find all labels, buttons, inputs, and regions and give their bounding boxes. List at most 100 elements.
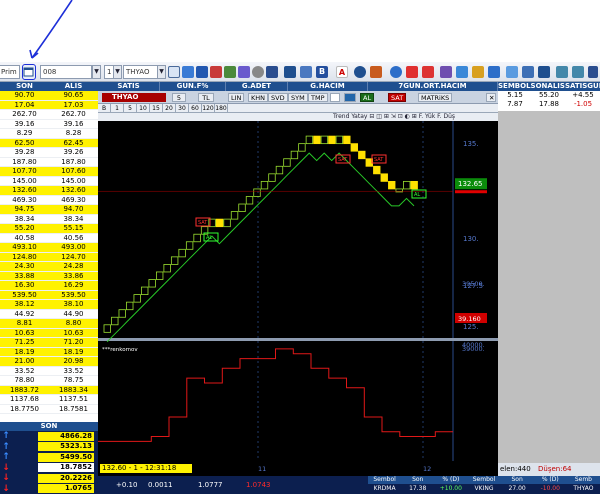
table-row[interactable]: 33.52 33.52 xyxy=(0,367,98,376)
print-icon[interactable] xyxy=(538,66,550,78)
scan-icon[interactable] xyxy=(456,66,468,78)
signal-icon[interactable] xyxy=(422,66,434,78)
alert-icon[interactable] xyxy=(210,66,222,78)
table-row[interactable]: 44.92 44.90 xyxy=(0,310,98,319)
period-button[interactable]: 120 xyxy=(202,104,215,113)
color-swatch[interactable] xyxy=(330,93,340,102)
chart-icon[interactable] xyxy=(238,66,250,78)
draw-icon[interactable] xyxy=(344,93,356,102)
table-row[interactable]: 78.80 78.75 xyxy=(0,376,98,386)
table-row[interactable]: 18.19 18.19 xyxy=(0,347,98,357)
chart-currency-button[interactable]: TL xyxy=(198,93,214,102)
period-button[interactable]: 20 xyxy=(163,104,176,113)
clock-icon[interactable] xyxy=(252,66,264,78)
grid-icon[interactable] xyxy=(266,66,278,78)
son-row[interactable]: ↓ 1.0765 xyxy=(0,484,98,494)
table-row[interactable]: 132.60 132.60 xyxy=(0,186,98,196)
table-row[interactable]: 262.70 262.70 xyxy=(0,110,98,120)
mail-icon[interactable] xyxy=(406,66,418,78)
table-row[interactable]: 62.50 62.45 xyxy=(0,138,98,148)
buy-button[interactable]: AL xyxy=(360,93,375,102)
table-row[interactable]: 8.29 8.28 xyxy=(0,129,98,139)
son-row[interactable]: ↓ 18.7852 xyxy=(0,463,98,474)
table-row[interactable]: 39.28 39.26 xyxy=(0,148,98,158)
zoom-icon[interactable] xyxy=(168,66,180,78)
period-button[interactable]: 60 xyxy=(189,104,202,113)
table-row[interactable]: 10.63 10.63 xyxy=(0,328,98,338)
globe-icon[interactable] xyxy=(354,66,366,78)
chart-plot[interactable]: 135.132.5130.127.5125.132.65SATALSATSATA… xyxy=(98,121,498,461)
period-button[interactable]: 5 xyxy=(124,104,137,113)
period-button[interactable]: 30 xyxy=(176,104,189,113)
period-button[interactable]: 180 xyxy=(215,104,228,113)
son-row[interactable]: ↑ 4866.28 xyxy=(0,431,98,442)
period-button[interactable]: 10 xyxy=(137,104,150,113)
period-button[interactable]: 15 xyxy=(150,104,163,113)
menu-icon[interactable] xyxy=(588,66,598,78)
table-row[interactable]: 124.80 124.70 xyxy=(0,252,98,262)
scale-button-khn[interactable]: KHN xyxy=(248,93,269,102)
refresh-icon[interactable] xyxy=(182,66,194,78)
symbol-dropdown-arrow[interactable]: ▼ xyxy=(157,65,166,79)
table-row[interactable]: 38.12 38.10 xyxy=(0,300,98,310)
info-icon[interactable] xyxy=(390,66,402,78)
table-row[interactable]: 16.30 16.29 xyxy=(0,281,98,291)
table-row[interactable]: 55.20 55.15 xyxy=(0,224,98,234)
table-row[interactable]: 107.70 107.60 xyxy=(0,167,98,177)
period-dropdown-arrow[interactable]: ▼ xyxy=(113,65,122,79)
table-row[interactable]: 5.15 55.20 +4.55 xyxy=(498,91,600,100)
layout-dropdown-arrow[interactable]: ▼ xyxy=(92,65,101,79)
symbol-input[interactable]: THYAO xyxy=(123,65,159,79)
table-row[interactable]: 7.87 17.88 -1.05 xyxy=(498,100,600,109)
layout-select[interactable]: 008 xyxy=(40,65,92,79)
news-icon[interactable] xyxy=(300,66,312,78)
window-icon[interactable] xyxy=(522,66,534,78)
table-row[interactable]: 493.10 493.00 xyxy=(0,243,98,253)
table-row[interactable]: 18.7750 18.7581 xyxy=(0,405,98,414)
table-row[interactable]: 39.16 39.16 xyxy=(0,120,98,129)
table-row[interactable]: 1137.68 1137.51 xyxy=(0,395,98,405)
help-icon[interactable] xyxy=(488,66,500,78)
table-row[interactable]: 17.04 17.03 xyxy=(0,100,98,110)
scale-button-sym[interactable]: SYM xyxy=(288,93,308,102)
scale-button-lin[interactable]: LIN xyxy=(228,93,245,102)
chart-period-button[interactable]: 5 xyxy=(172,93,186,102)
scale-button-tmp[interactable]: TMP xyxy=(308,93,328,102)
settings-icon[interactable] xyxy=(506,66,518,78)
table-row[interactable]: 33.88 33.86 xyxy=(0,271,98,281)
table-row[interactable]: 24.30 24.28 xyxy=(0,262,98,272)
font-color-icon[interactable]: A xyxy=(336,66,348,78)
table-row[interactable]: 71.25 71.20 xyxy=(0,338,98,348)
table-row[interactable]: 38.34 38.34 xyxy=(0,215,98,224)
table-row[interactable]: 1883.72 1883.34 xyxy=(0,385,98,395)
table-row[interactable]: 94.75 94.70 xyxy=(0,205,98,215)
bold-icon[interactable]: B xyxy=(316,66,328,78)
layout-icon[interactable] xyxy=(22,64,36,80)
forward-icon[interactable] xyxy=(572,66,584,78)
scale-button-svd[interactable]: SVD xyxy=(268,93,288,102)
table-row[interactable]: 469.30 469.30 xyxy=(0,196,98,205)
table-row[interactable]: 90.70 90.65 xyxy=(0,91,98,101)
calendar-icon[interactable] xyxy=(284,66,296,78)
back-icon[interactable] xyxy=(556,66,568,78)
son-row[interactable]: ↑ 5499.50 xyxy=(0,452,98,463)
table-icon[interactable] xyxy=(224,66,236,78)
son-row[interactable]: ↑ 5323.13 xyxy=(0,442,98,453)
formula-icon[interactable] xyxy=(440,66,452,78)
son-row[interactable]: ↓ 20.2226 xyxy=(0,473,98,484)
chart-close-icon[interactable]: ✕ xyxy=(486,93,496,102)
portfolio-icon[interactable] xyxy=(370,66,382,78)
table-row[interactable]: 40.58 40.56 xyxy=(0,234,98,243)
period-button[interactable]: B xyxy=(98,104,111,113)
movers-row[interactable]: KRDMA 17.38 +10.00 VKING 27.00 -10.00 THYAO xyxy=(368,484,600,494)
user-icon[interactable] xyxy=(472,66,484,78)
matriks-button[interactable]: MATRiKS xyxy=(418,93,453,102)
table-row[interactable]: 8.81 8.80 xyxy=(0,319,98,329)
table-row[interactable]: 145.00 145.00 xyxy=(0,177,98,186)
sell-button[interactable]: SAT xyxy=(388,93,407,102)
link-icon[interactable] xyxy=(196,66,208,78)
table-row[interactable]: 21.00 20.98 xyxy=(0,357,98,367)
table-row[interactable]: 539.50 539.50 xyxy=(0,290,98,300)
table-row[interactable]: 187.80 187.80 xyxy=(0,158,98,167)
period-button[interactable]: 1 xyxy=(111,104,124,113)
